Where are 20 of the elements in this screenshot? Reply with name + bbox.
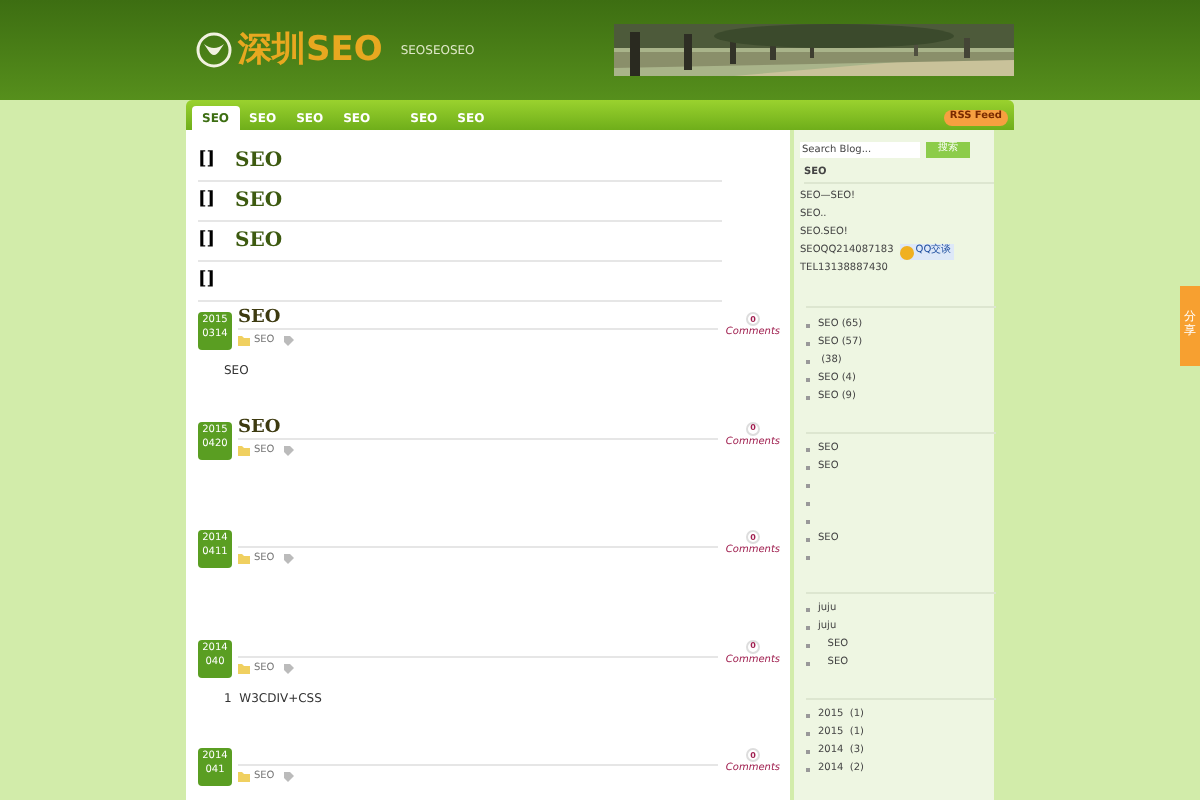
tag-icon [284, 445, 295, 456]
post-title-link[interactable]: SEO [237, 310, 281, 328]
bracket-mark: [] [198, 147, 216, 174]
bull-logo-icon [196, 32, 232, 68]
tag-icon [284, 663, 295, 674]
post-title-link[interactable]: SEO [235, 226, 283, 256]
bracket-mark: [] [198, 187, 216, 214]
folder-icon [237, 663, 250, 674]
folder-icon [237, 445, 250, 456]
tag-icon [284, 554, 295, 565]
post-title-link[interactable]: SEO [237, 419, 281, 437]
folder-icon [237, 554, 250, 565]
folder-icon [237, 772, 250, 783]
bracket-mark: [] [198, 267, 216, 294]
folder-icon [237, 336, 250, 347]
bracket-mark: [] [198, 227, 216, 254]
tag-icon [284, 772, 295, 783]
post-title-link[interactable]: SEO [235, 186, 283, 216]
tag-icon [284, 336, 295, 347]
post-title-link[interactable]: SEO [235, 146, 283, 176]
